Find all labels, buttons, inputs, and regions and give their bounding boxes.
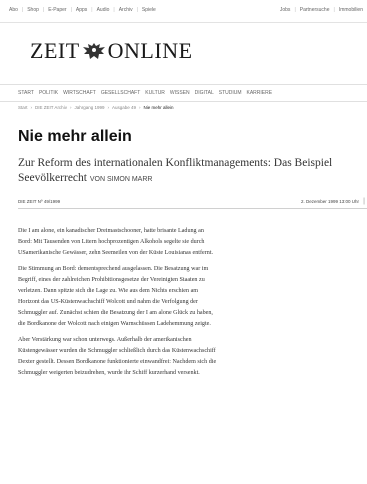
service-nav-right: Jobs | Partnersuche | Immobilien	[280, 7, 363, 13]
subtitle-text: Zur Reform des internationalen Konfliktm…	[18, 157, 333, 184]
service-link-immobilien[interactable]: Immobilien	[339, 7, 363, 13]
eagle-emblem-icon	[82, 43, 105, 59]
nav-item-karriere[interactable]: KARRIERE	[247, 90, 273, 96]
nav-item-start[interactable]: START	[18, 90, 34, 96]
breadcrumb-ausgabe[interactable]: Ausgabe 49	[112, 105, 136, 110]
chevron-right-icon: ›	[30, 105, 33, 110]
separator: |	[42, 7, 45, 13]
text-line: Die I am alone, ein kanadischer Dreimast…	[18, 228, 204, 234]
breadcrumb: Start › DIE ZEIT Archiv › Jahrgang 1999 …	[18, 105, 174, 110]
separator: |	[21, 7, 24, 13]
text-line: Schmuggler auf. Zunächst schien die Besa…	[18, 310, 213, 316]
separator: |	[294, 7, 296, 13]
service-link-archiv[interactable]: Archiv	[119, 7, 133, 13]
article-meta: DIE ZEIT Nº 49/1999 2. Dezember 1999 13:…	[18, 198, 367, 209]
top-service-bar: Abo | Shop | E-Paper | Apps | Audio | Archiv |…	[0, 0, 367, 23]
breadcrumb-archiv[interactable]: DIE ZEIT Archiv	[35, 105, 67, 110]
issue-label[interactable]: DIE ZEIT Nº 49/1999	[18, 199, 60, 204]
chevron-right-icon: ›	[139, 105, 141, 110]
text-line: Begriff, eines der zahlreichen Prohibiti…	[18, 277, 205, 283]
meta-divider: |	[363, 198, 365, 205]
main-navigation: START POLITIK WIRTSCHAFT GESELLSCHAFT KU…	[0, 84, 367, 102]
nav-item-politik[interactable]: POLITIK	[39, 90, 58, 96]
service-link-shop[interactable]: Shop	[27, 7, 39, 13]
text-line: verletzen. Dann spitzte sich die Lage zu…	[18, 288, 199, 294]
text-line: Bord: Mit Tausenden von Litern hochproze…	[18, 239, 205, 245]
nav-item-kultur[interactable]: KULTUR	[145, 90, 165, 96]
separator: |	[113, 7, 115, 13]
paragraph: Die Stimmung an Bord: dementsprechend au…	[18, 264, 366, 330]
service-link-audio[interactable]: Audio	[97, 7, 110, 13]
service-link-jobs[interactable]: Jobs	[280, 7, 291, 13]
text-line: Schmuggler weigerten beizudrehen, wurde …	[18, 370, 200, 376]
service-link-partnersuche[interactable]: Partnersuche	[300, 7, 330, 13]
text-line: Dexter gestellt. Dessen Bordkanone funkt…	[18, 359, 217, 365]
text-line: Horizont das US-Küstenwachschiff Wolcott…	[18, 299, 198, 305]
service-link-spiele[interactable]: Spiele	[142, 7, 156, 13]
service-link-apps[interactable]: Apps	[76, 7, 87, 13]
paragraph: Die I am alone, ein kanadischer Dreimast…	[18, 226, 366, 259]
article-subtitle: Zur Reform des internationalen Konfliktm…	[18, 156, 367, 187]
text-line: Die Stimmung an Bord: dementsprechend au…	[18, 266, 209, 272]
separator: |	[91, 7, 93, 13]
text-line: die Bordkanone der Wolcott nach einigen …	[18, 321, 211, 327]
paragraph: Aber Verstärkung war schon unterwegs. Au…	[18, 335, 366, 379]
site-logo[interactable]: ZEIT ONLINE	[30, 38, 193, 64]
nav-item-gesellschaft[interactable]: GESELLSCHAFT	[101, 90, 140, 96]
separator: |	[70, 7, 72, 13]
chevron-right-icon: ›	[69, 105, 72, 110]
separator: |	[333, 7, 335, 13]
author-byline[interactable]: VON SIMON MARR	[90, 176, 153, 183]
text-line: USamerikanische Gewässer, zehn Seemeilen…	[18, 250, 214, 256]
chevron-right-icon: ›	[107, 105, 109, 110]
text-line: Aber Verstärkung war schon unterwegs. Au…	[18, 337, 192, 343]
article-body: Die I am alone, ein kanadischer Dreimast…	[18, 226, 366, 384]
nav-item-wirtschaft[interactable]: WIRTSCHAFT	[63, 90, 96, 96]
publish-date: 2. Dezember 1999 13:00 Uhr	[300, 199, 359, 204]
breadcrumb-jahrgang[interactable]: Jahrgang 1999	[74, 105, 104, 110]
service-link-abo[interactable]: Abo	[9, 7, 18, 13]
nav-item-digital[interactable]: DIGITAL	[195, 90, 214, 96]
logo-text-zeit: ZEIT	[30, 38, 80, 63]
text-line: Küstengewässer wurden die Schmuggler sch…	[18, 348, 216, 354]
breadcrumb-start[interactable]: Start	[18, 105, 28, 110]
article-title: Nie mehr allein	[18, 128, 132, 145]
service-nav: Abo | Shop | E-Paper | Apps | Audio | Archiv |…	[9, 7, 156, 13]
nav-item-studium[interactable]: STUDIUM	[219, 90, 242, 96]
breadcrumb-current: Nie mehr allein	[143, 105, 174, 110]
nav-item-wissen[interactable]: WISSEN	[170, 90, 190, 96]
logo-text-online: ONLINE	[107, 38, 193, 63]
service-link-epaper[interactable]: E-Paper	[48, 7, 66, 13]
separator: |	[136, 7, 138, 13]
